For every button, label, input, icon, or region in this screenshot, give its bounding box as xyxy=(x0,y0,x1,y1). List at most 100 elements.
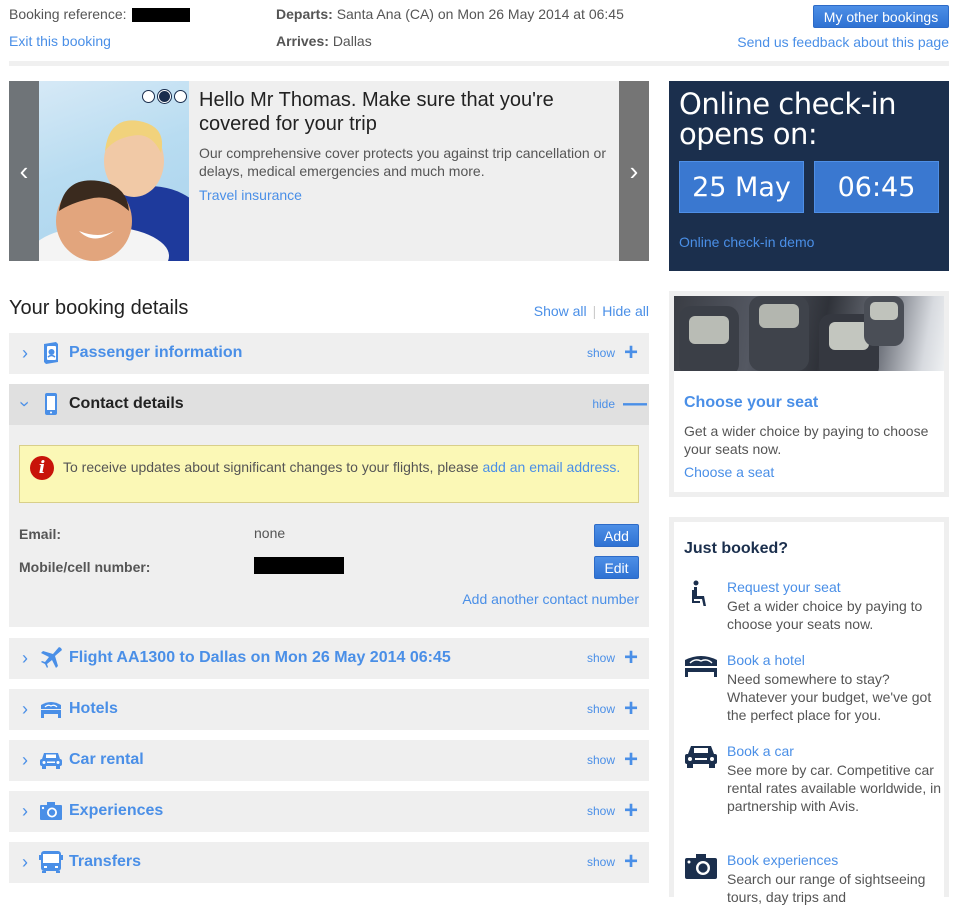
departs-label: Departs: xyxy=(276,6,333,22)
toggle-text: show xyxy=(586,651,615,665)
section-label: Car rental xyxy=(69,751,144,768)
show-toggle[interactable]: show + xyxy=(587,797,639,824)
email-notice: i To receive updates about significant c… xyxy=(19,445,639,503)
plus-icon: + xyxy=(623,797,638,824)
departs-value: Santa Ana (CA) on Mon 26 May 2014 at 06:… xyxy=(336,6,624,22)
arrives-value: Dallas xyxy=(332,33,372,49)
carousel-dot-1[interactable] xyxy=(142,90,155,103)
hide-toggle[interactable]: hide — xyxy=(592,390,647,417)
section-label: Flight AA1300 to Dallas on Mon 26 May 20… xyxy=(69,649,451,666)
item-description: Search our range of sightseeing tours, d… xyxy=(727,871,926,905)
item-description: Need somewhere to stay? Whatever your bu… xyxy=(727,671,932,723)
notice-message: To receive updates about significant cha… xyxy=(63,459,483,475)
plus-icon: + xyxy=(623,695,638,722)
choose-seat-card: Choose your seat Get a wider choice by p… xyxy=(669,291,949,497)
chevron-right-icon: › xyxy=(629,155,639,186)
mobile-phone-icon xyxy=(45,393,57,415)
carousel-description: Our comprehensive cover protects you aga… xyxy=(199,145,606,179)
plus-icon: + xyxy=(623,746,638,773)
family-photo xyxy=(39,81,189,261)
minus-icon: — xyxy=(623,390,647,417)
accordion-passenger-information[interactable]: › Passenger information show + xyxy=(9,333,649,374)
add-email-link[interactable]: add an email address. xyxy=(482,459,620,475)
accordion-transfers[interactable]: › Transfers show + xyxy=(9,842,649,883)
request-seat-link[interactable]: Request your seat xyxy=(727,579,841,595)
book-hotel-link[interactable]: Book a hotel xyxy=(727,652,805,668)
choose-seat-link[interactable]: Choose a seat xyxy=(684,464,774,480)
toggle-text: hide xyxy=(592,397,615,411)
camera-icon xyxy=(40,802,62,820)
just-booked-title: Just booked? xyxy=(684,540,789,557)
checkin-demo-link[interactable]: Online check-in demo xyxy=(679,234,814,250)
email-label: Email: xyxy=(19,526,62,542)
section-label: Contact details xyxy=(69,395,184,412)
seated-person-icon xyxy=(692,580,706,606)
carousel-next-button[interactable]: › xyxy=(619,81,649,261)
arrives-label: Arrives: xyxy=(276,33,329,49)
book-car-link[interactable]: Book a car xyxy=(727,743,794,759)
show-all-link[interactable]: Show all xyxy=(534,303,587,319)
show-toggle[interactable]: show + xyxy=(586,339,639,366)
plus-icon: + xyxy=(623,848,638,875)
toggle-text: show xyxy=(586,346,615,360)
mobile-label: Mobile/cell number: xyxy=(19,559,151,575)
chevron-right-icon: › xyxy=(22,800,28,821)
bus-icon xyxy=(39,851,63,873)
accordion-contact-details[interactable]: › Contact details hide — xyxy=(9,384,649,425)
section-label: Hotels xyxy=(69,700,118,717)
info-icon: i xyxy=(30,456,54,480)
aircraft-seats-photo xyxy=(674,296,944,371)
carousel-dot-3[interactable] xyxy=(174,90,187,103)
booking-reference: Booking reference: xyxy=(9,6,191,23)
my-other-bookings-button[interactable]: My other bookings xyxy=(813,5,949,28)
separator: | xyxy=(592,303,597,319)
mobile-value-redacted xyxy=(254,557,344,574)
travel-insurance-link[interactable]: Travel insurance xyxy=(199,187,302,203)
plus-icon: + xyxy=(623,644,638,671)
feedback-link[interactable]: Send us feedback about this page xyxy=(737,34,949,50)
toggle-text: show xyxy=(586,855,615,869)
bed-icon xyxy=(41,702,61,718)
seats-illustration xyxy=(679,296,904,371)
departs-info: Departs: Santa Ana (CA) on Mon 26 May 20… xyxy=(276,6,624,22)
chevron-right-icon: › xyxy=(22,698,28,719)
carousel-title: Hello Mr Thomas. Make sure that you're c… xyxy=(199,89,554,135)
plus-icon: + xyxy=(623,339,638,366)
promo-carousel: ‹ Hello Mr Thomas. Make sure that you're… xyxy=(9,81,649,261)
show-toggle[interactable]: show + xyxy=(586,644,639,671)
accordion-car-rental[interactable]: › Car rental show + xyxy=(9,740,649,781)
chevron-right-icon: › xyxy=(22,647,28,668)
chevron-right-icon: › xyxy=(22,749,28,770)
bed-icon xyxy=(685,656,717,677)
booking-details-title: Your booking details xyxy=(9,297,189,319)
edit-mobile-button[interactable]: Edit xyxy=(594,556,639,579)
exit-booking-link[interactable]: Exit this booking xyxy=(9,33,111,49)
carousel-dots xyxy=(142,90,189,103)
show-toggle[interactable]: show + xyxy=(587,746,639,773)
add-contact-number-link[interactable]: Add another contact number xyxy=(462,591,639,607)
online-checkin-panel: Online check-in opens on: 25 May 06:45 O… xyxy=(669,81,949,271)
checkin-date: 25 May xyxy=(679,161,804,213)
chevron-left-icon: ‹ xyxy=(19,155,29,186)
accordion-hotels[interactable]: › Hotels show + xyxy=(9,689,649,730)
hide-all-link[interactable]: Hide all xyxy=(602,303,649,319)
add-email-button[interactable]: Add xyxy=(594,524,639,547)
arrives-info: Arrives: Dallas xyxy=(276,33,372,49)
section-label: Passenger information xyxy=(69,344,243,361)
choose-seat-title: Choose your seat xyxy=(684,394,819,411)
accordion-flight[interactable]: › Flight AA1300 to Dallas on Mon 26 May … xyxy=(9,638,649,679)
car-icon xyxy=(40,753,62,769)
carousel-prev-button[interactable]: ‹ xyxy=(9,81,39,261)
header-divider xyxy=(9,61,949,66)
section-label: Experiences xyxy=(69,802,164,819)
notice-text: To receive updates about significant cha… xyxy=(63,458,623,476)
book-experiences-link[interactable]: Book experiences xyxy=(727,852,838,868)
carousel-dot-2-active[interactable] xyxy=(158,90,171,103)
show-toggle[interactable]: show + xyxy=(586,848,639,875)
choose-seat-description: Get a wider choice by paying to choose y… xyxy=(684,423,929,457)
chevron-down-icon: › xyxy=(15,401,36,407)
chevron-right-icon: › xyxy=(22,851,28,872)
accordion-experiences[interactable]: › Experiences show + xyxy=(9,791,649,832)
show-toggle[interactable]: show + xyxy=(587,695,639,722)
email-value: none xyxy=(254,525,286,541)
